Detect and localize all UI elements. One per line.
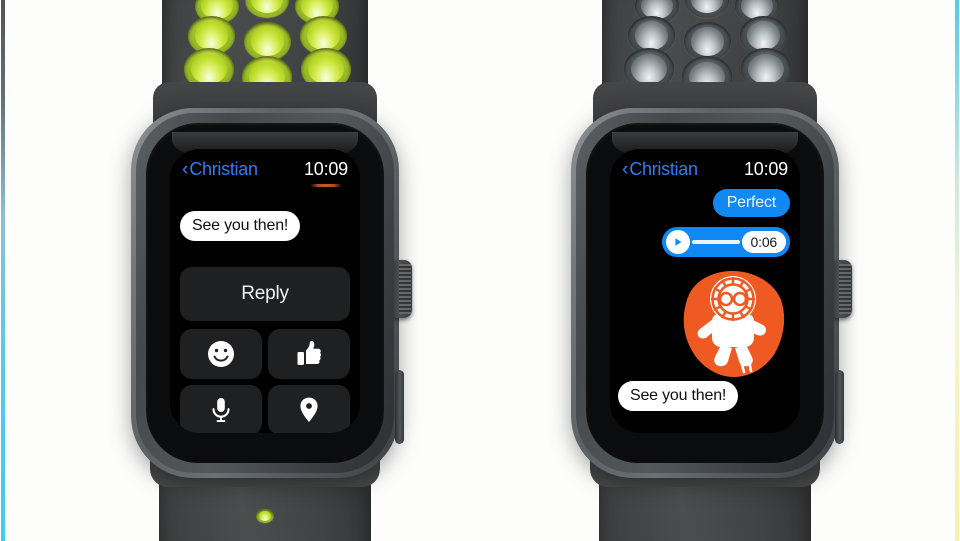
band-hole xyxy=(301,48,351,90)
side-button[interactable] xyxy=(395,370,404,444)
band-hole xyxy=(242,56,292,98)
message-bubble-incoming: See you then! xyxy=(618,381,739,411)
quick-action-grid xyxy=(180,329,350,433)
side-button[interactable] xyxy=(835,370,844,444)
band-hole xyxy=(624,48,674,90)
band-hole xyxy=(245,0,289,18)
right-edge-strip xyxy=(955,0,959,541)
activity-indicator xyxy=(310,183,342,187)
audio-message-player[interactable]: 0:06 xyxy=(662,227,790,257)
chevron-left-icon: ‹ xyxy=(622,158,629,180)
watch-screen-left: ‹ Christian 10:09 See you then! Reply xyxy=(170,149,360,433)
clock-time-left: 10:09 xyxy=(303,158,348,179)
message-bubble-incoming: See you then! xyxy=(180,211,301,241)
band-hole xyxy=(682,56,732,98)
back-button-right[interactable]: ‹ Christian xyxy=(622,159,698,180)
status-bar-right: ‹ Christian 10:09 xyxy=(622,158,788,180)
thumbs-up-icon xyxy=(294,339,324,369)
watch-screen-right: ‹ Christian 10:09 Perfect 0:06 See you t… xyxy=(610,149,800,433)
audio-progress-track[interactable] xyxy=(692,240,740,244)
quick-action-microphone[interactable] xyxy=(180,385,262,433)
quick-action-thumbs-up[interactable] xyxy=(268,329,350,379)
left-edge-strip xyxy=(1,0,5,541)
clock-right: 10:09 xyxy=(744,159,788,180)
band-hole xyxy=(184,48,234,90)
chevron-left-icon: ‹ xyxy=(182,158,189,180)
quick-action-location[interactable] xyxy=(268,385,350,433)
clock-left: 10:09 xyxy=(303,158,348,187)
play-icon[interactable] xyxy=(666,230,690,254)
band-hole xyxy=(256,509,274,523)
apple-watch-right: ‹ Christian 10:09 Perfect 0:06 See you t… xyxy=(525,0,885,541)
watch-case-right: ‹ Christian 10:09 Perfect 0:06 See you t… xyxy=(571,108,852,478)
reply-button[interactable]: Reply xyxy=(180,267,350,321)
band-hole xyxy=(685,0,729,18)
clock-time-right: 10:09 xyxy=(743,158,788,179)
message-bubble-outgoing: Perfect xyxy=(712,189,790,217)
contact-name-right: Christian xyxy=(629,158,698,179)
astronaut-sticker xyxy=(678,269,786,379)
watch-case-left: ‹ Christian 10:09 See you then! Reply xyxy=(131,108,412,478)
apple-watch-left: ‹ Christian 10:09 See you then! Reply xyxy=(85,0,445,541)
status-bar-left: ‹ Christian 10:09 xyxy=(182,158,348,187)
back-button-left[interactable]: ‹ Christian xyxy=(182,159,258,180)
microphone-icon xyxy=(206,395,236,425)
contact-name-left: Christian xyxy=(189,158,258,179)
location-pin-icon xyxy=(294,395,324,425)
quick-action-smiley[interactable] xyxy=(180,329,262,379)
screenshot-stage: ‹ Christian 10:09 See you then! Reply ‹ … xyxy=(0,0,960,541)
smiley-icon xyxy=(206,339,236,369)
band-hole xyxy=(741,48,791,90)
audio-duration: 0:06 xyxy=(741,231,786,253)
